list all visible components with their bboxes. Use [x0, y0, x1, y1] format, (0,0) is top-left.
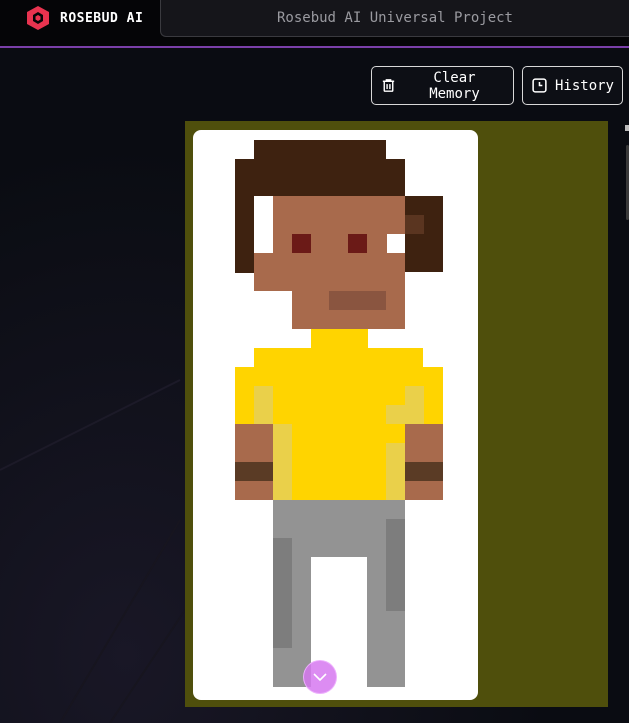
project-title: Rosebud AI Universal Project [276, 10, 513, 26]
clear-memory-button[interactable]: Clear Memory [371, 66, 514, 105]
rosebud-logo-icon [27, 6, 49, 30]
character-sprite-card [193, 130, 478, 700]
chevron-down-icon [313, 673, 327, 682]
clock-icon [532, 78, 547, 93]
top-bar: ROSEBUD AI Rosebud AI Universal Project [0, 0, 629, 48]
scroll-up-arrow[interactable] [625, 125, 629, 131]
project-title-field[interactable]: Rosebud AI Universal Project [160, 0, 629, 37]
pixel-character-sprite [235, 140, 443, 687]
trash-icon [382, 79, 395, 92]
clear-memory-label: Clear Memory [429, 69, 480, 102]
brand-logo[interactable]: ROSEBUD AI [24, 5, 143, 31]
scroll-down-button[interactable] [303, 660, 337, 694]
brand-name: ROSEBUD AI [60, 10, 144, 26]
history-label: History [554, 77, 614, 94]
history-button[interactable]: History [522, 66, 623, 105]
